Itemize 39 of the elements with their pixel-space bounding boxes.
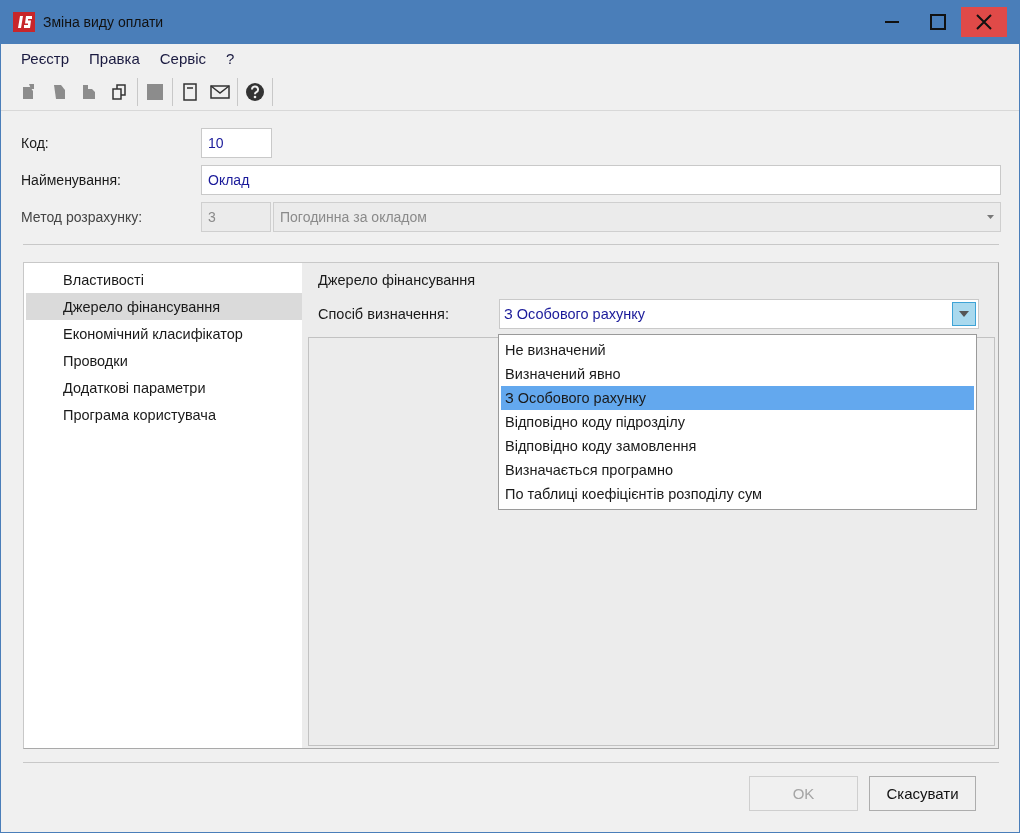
field-label: Спосіб визначення: [318,306,450,322]
dropdown-option[interactable]: Відповідно коду підрозділу [501,410,974,434]
maximize-icon [930,14,946,30]
sidebar-item[interactable]: Програма користувача [26,401,302,428]
sidebar-item[interactable]: Економічний класифікатор [26,320,302,347]
dropdown-field[interactable]: З Особового рахунку [499,299,979,329]
input-field[interactable]: Оклад [201,165,1001,195]
envelope-icon [210,82,230,102]
field-label: Код: [21,135,50,151]
field-label: Найменування: [21,172,122,188]
dropdown-option[interactable]: Визначений явно [501,362,974,386]
square-icon [145,82,165,102]
sidebar-item[interactable]: Проводки [26,347,302,374]
sidebar-item[interactable]: Джерело фінансування [26,293,302,320]
field-label: Метод розрахунку: [21,209,144,225]
minimize-icon [885,21,899,23]
menu-item[interactable]: Правка [79,48,150,74]
dropdown-button[interactable] [952,302,976,326]
menu-item[interactable]: ? [216,48,245,74]
notebook-icon [180,82,200,102]
dropdown-option[interactable]: По таблиці коефіцієнтів розподілу сум [501,482,974,506]
caret-icon [987,215,994,219]
dropdown-option[interactable]: Визначається програмно [501,458,974,482]
help-icon [245,82,265,102]
sidebar-item[interactable]: Властивості [26,266,302,293]
dropdown-option[interactable]: Відповідно коду замовлення [501,434,974,458]
dropdown-option[interactable]: З Особового рахунку [501,386,974,410]
close-button[interactable] [961,7,1007,37]
menu-item[interactable]: Реєстр [11,48,80,74]
dialog-button[interactable]: Скасувати [869,776,976,811]
caret-icon [959,311,969,317]
sidebar-item[interactable]: Додаткові параметри [26,374,302,401]
input-field[interactable]: 10 [201,128,272,158]
section-heading: Джерело фінансування [318,271,477,290]
dropdown-option[interactable]: Не визначений [501,338,974,362]
app-logo-icon [13,12,35,32]
close-icon [976,14,992,30]
window-title: Зміна виду оплати [43,14,165,30]
menu-item[interactable]: Сервіс [149,48,217,74]
